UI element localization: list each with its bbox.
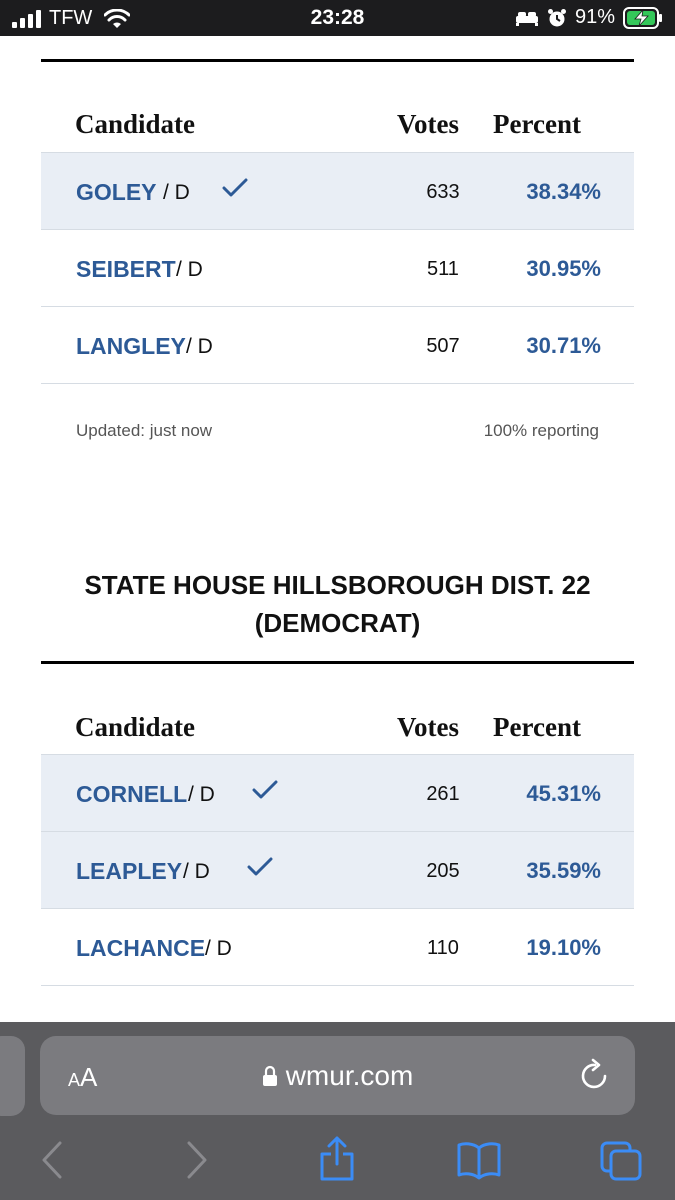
winner-check-icon (247, 857, 273, 876)
race-title: STATE HOUSE HILLSBOROUGH DIST. 22 (DEMOC… (41, 566, 634, 642)
sleep-bed-icon (515, 11, 538, 26)
race-title-line: (DEMOCRAT) (254, 608, 421, 638)
vote-count: 110 (427, 937, 459, 959)
address-bar[interactable]: AA wmur.com (40, 1036, 635, 1115)
url-display[interactable]: wmur.com (40, 1060, 635, 1092)
battery-percent: 91% (574, 6, 615, 28)
vote-percent: 45.31% (526, 781, 601, 806)
reporting-status: 100% reporting (483, 421, 599, 440)
header-percent: Percent (493, 712, 581, 742)
table-top-rule (41, 59, 634, 62)
updated-time: Updated: just now (76, 421, 213, 440)
table-row: LANGLEY / D 507 30.71% (41, 306, 634, 383)
party-label: / D (188, 783, 215, 806)
race-title-line: STATE HOUSE HILLSBOROUGH DIST. 22 (84, 570, 591, 600)
table-row: SEIBERT / D 511 30.95% (41, 229, 634, 306)
back-chevron-icon[interactable] (40, 1140, 64, 1180)
candidate-name-link[interactable]: LACHANCE (76, 935, 205, 962)
header-percent: Percent (493, 109, 581, 139)
vote-count: 633 (426, 181, 460, 203)
results-table-header: Candidate Votes Percent (41, 91, 634, 151)
table-bottom-divider (41, 383, 634, 384)
candidate-name-link[interactable]: LANGLEY (76, 333, 186, 360)
bookmarks-book-icon[interactable] (456, 1140, 502, 1180)
party-label: / D (183, 860, 210, 883)
alarm-clock-icon (547, 8, 566, 26)
results-table-header: Candidate Votes Percent (41, 694, 634, 754)
vote-count: 511 (427, 258, 459, 280)
battery-charging-icon (623, 6, 662, 29)
url-text: wmur.com (285, 1060, 414, 1091)
table-top-rule (41, 661, 634, 664)
header-candidate: Candidate (75, 109, 196, 139)
results-page: Candidate Votes Percent GOLEY / D 633 38… (0, 36, 675, 1022)
header-votes: Votes (397, 712, 460, 742)
vote-count: 261 (426, 783, 460, 805)
candidate-name-link[interactable]: GOLEY (76, 179, 157, 206)
table-row: GOLEY / D 633 38.34% (41, 152, 634, 229)
winner-check-icon (252, 780, 278, 799)
table-row: CORNELL / D 261 45.31% (41, 754, 634, 831)
share-icon[interactable] (318, 1134, 356, 1182)
header-candidate: Candidate (75, 712, 196, 742)
header-votes: Votes (397, 109, 460, 139)
lock-icon (262, 1065, 277, 1086)
status-bar: TFW 23:28 91% (0, 0, 675, 36)
forward-chevron-icon[interactable] (185, 1140, 209, 1180)
previous-tab-peek[interactable] (0, 1036, 25, 1116)
browser-toolbar (0, 1134, 675, 1194)
vote-percent: 30.95% (526, 256, 601, 281)
table-row: LACHANCE / D 110 19.10% (41, 908, 634, 985)
vote-percent: 30.71% (526, 333, 601, 358)
vote-percent: 38.34% (526, 179, 601, 204)
vote-percent: 19.10% (526, 935, 601, 960)
tabs-overview-icon[interactable] (599, 1140, 643, 1182)
vote-percent: 35.59% (526, 858, 601, 883)
party-label: / D (186, 335, 213, 358)
browser-bottom-bar: AA wmur.com (0, 1022, 675, 1200)
winner-check-icon (222, 178, 248, 197)
candidate-name-link[interactable]: CORNELL (76, 781, 187, 808)
party-label: / D (163, 181, 190, 204)
candidate-name-link[interactable]: LEAPLEY (76, 858, 182, 885)
party-label: / D (176, 258, 203, 281)
reload-icon[interactable] (579, 1058, 611, 1092)
table-bottom-divider (41, 985, 634, 986)
vote-count: 507 (426, 335, 460, 357)
party-label: / D (205, 937, 232, 960)
table-row: LEAPLEY / D 205 35.59% (41, 831, 634, 908)
candidate-name-link[interactable]: SEIBERT (76, 256, 176, 283)
vote-count: 205 (426, 860, 460, 882)
